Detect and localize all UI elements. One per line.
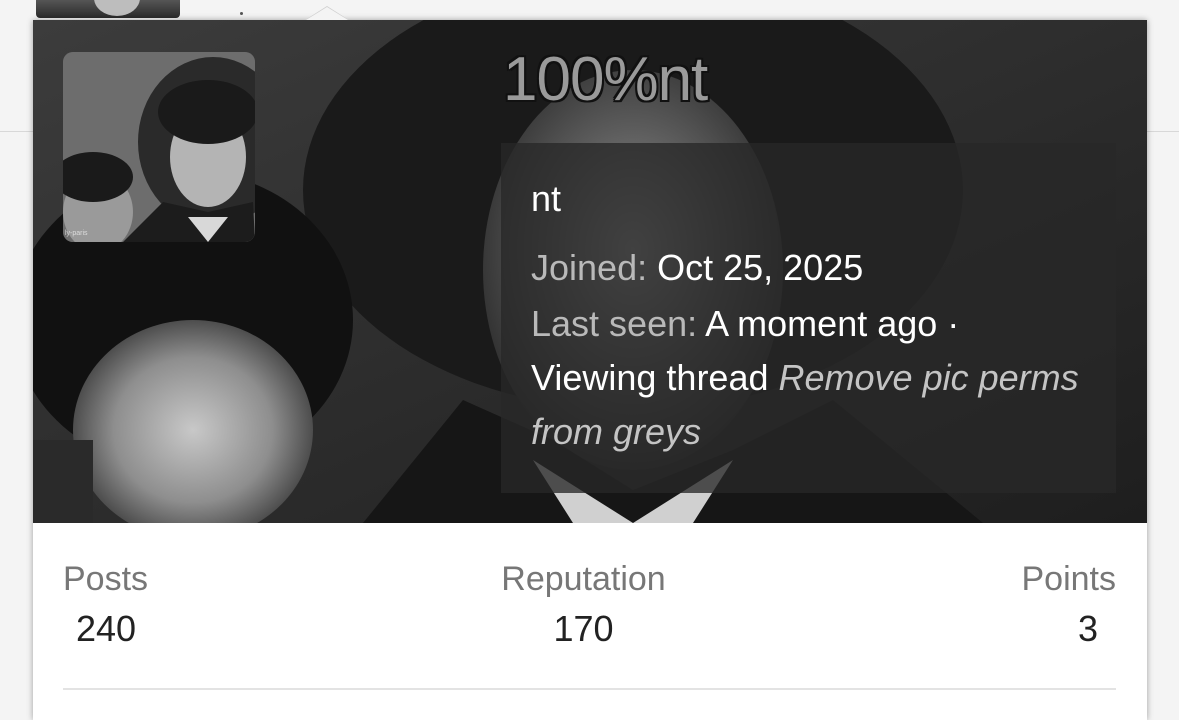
joined-label: Joined: xyxy=(531,247,648,288)
member-username[interactable]: 100%nt xyxy=(503,44,708,115)
last-seen-label: Last seen: xyxy=(531,303,698,344)
avatar-photo: ly-paris xyxy=(63,52,255,242)
tooltip-caret xyxy=(305,6,349,20)
profile-banner: ly-paris 100%nt nt Joined: Oct 25, 2025 … xyxy=(33,20,1147,523)
last-seen-value: A moment ago · xyxy=(705,303,960,344)
posts-value: 240 xyxy=(76,608,137,649)
points-label: Points xyxy=(1021,560,1117,598)
member-title: nt xyxy=(531,178,562,219)
activity-text: Viewing thread xyxy=(531,357,769,398)
stats-divider xyxy=(63,688,1116,690)
background-dot xyxy=(240,12,243,15)
joined-row: Joined: Oct 25, 2025 xyxy=(531,241,1086,295)
reputation-label: Reputation xyxy=(501,560,666,598)
member-tooltip-card: ly-paris 100%nt nt Joined: Oct 25, 2025 … xyxy=(33,6,1147,720)
joined-value: Oct 25, 2025 xyxy=(657,247,864,288)
member-stats: Posts 240 Reputation 170 Points 3 xyxy=(33,523,1147,703)
stat-posts[interactable]: Posts 240 xyxy=(63,559,148,653)
background-avatar xyxy=(36,0,180,18)
points-value: 3 xyxy=(1077,608,1098,649)
reputation-value: 170 xyxy=(553,608,614,649)
posts-label: Posts xyxy=(63,560,149,598)
stat-points: Points 3 xyxy=(1022,559,1117,653)
last-seen-row: Last seen: A moment ago · Viewing thread… xyxy=(531,297,1086,459)
avatar-watermark: ly-paris xyxy=(65,230,88,237)
member-info-box: nt Joined: Oct 25, 2025 Last seen: A mom… xyxy=(501,143,1116,493)
stat-reputation: Reputation 170 xyxy=(496,559,671,653)
member-avatar[interactable]: ly-paris xyxy=(63,52,255,242)
